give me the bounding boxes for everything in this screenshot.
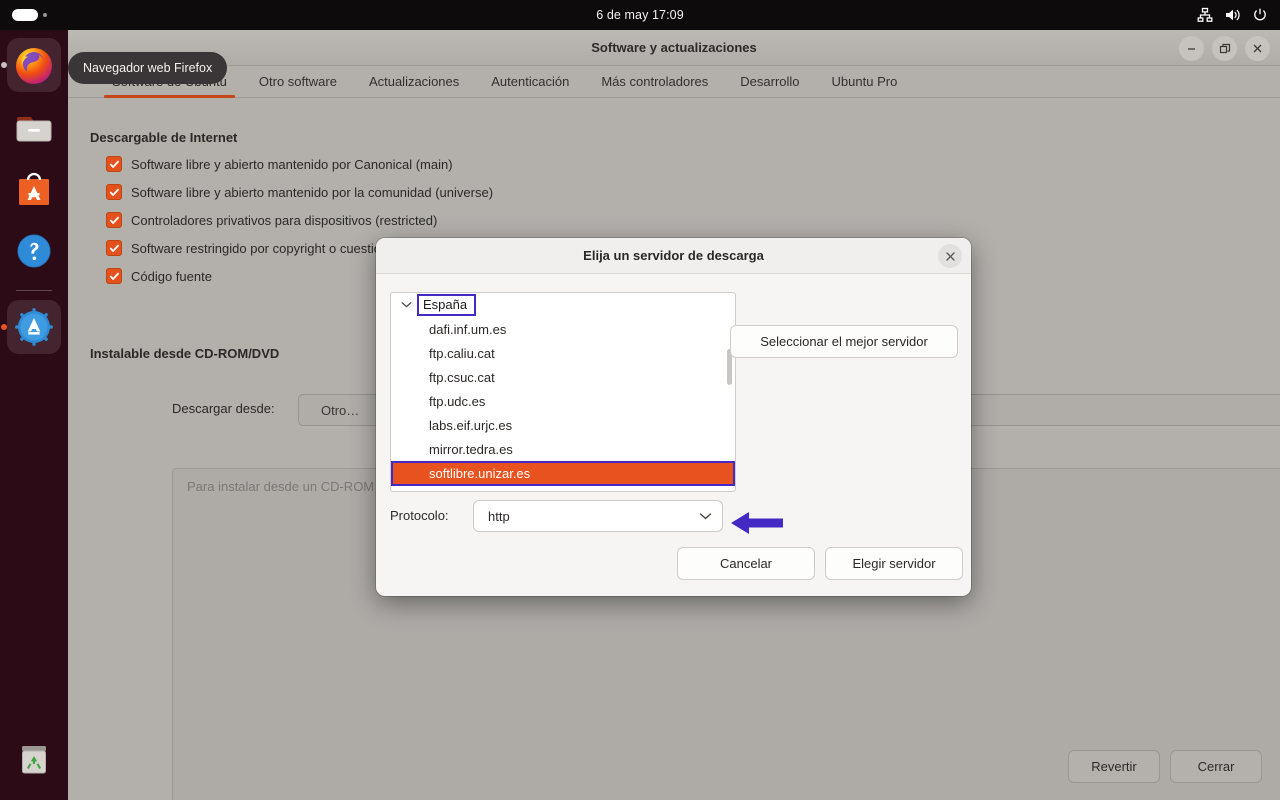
checkbox-universe[interactable] <box>106 184 122 200</box>
ubuntu-software-bag-icon <box>12 167 56 211</box>
cancel-button[interactable]: Cancelar <box>677 547 815 580</box>
dock-tooltip-firefox: Navegador web Firefox <box>68 52 228 84</box>
download-from-label: Descargar desde: <box>172 401 275 416</box>
section-title-downloadable: Descargable de Internet <box>90 130 238 145</box>
dock-separator <box>16 290 52 291</box>
window-titlebar[interactable]: Software y actualizaciones <box>68 30 1280 66</box>
dock-item-help[interactable] <box>7 224 61 278</box>
tab-bar: Software de Ubuntu Otro software Actuali… <box>68 66 1280 98</box>
tab-otro-software[interactable]: Otro software <box>243 74 353 97</box>
network-wired-icon <box>1197 7 1213 23</box>
checkbox-row-universe[interactable]: Software libre y abierto mantenido por l… <box>106 184 493 200</box>
help-question-icon <box>12 229 56 273</box>
close-button[interactable] <box>1245 36 1270 61</box>
volume-icon <box>1224 7 1241 23</box>
dock-item-trash[interactable] <box>7 732 61 786</box>
checkbox-row-main[interactable]: Software libre y abierto mantenido por C… <box>106 156 453 172</box>
files-folder-icon <box>12 105 56 149</box>
checkbox-source[interactable] <box>106 268 122 284</box>
dock-item-files[interactable] <box>7 100 61 154</box>
dialog-title: Elija un servidor de descarga <box>583 248 764 263</box>
tab-actualizaciones[interactable]: Actualizaciones <box>353 74 475 97</box>
list-item[interactable]: ftp.udc.es <box>391 389 735 413</box>
section-title-cdrom: Instalable desde CD-ROM/DVD <box>90 346 280 361</box>
dock-item-firefox[interactable] <box>1 38 61 92</box>
server-list[interactable]: España dafi.inf.um.es ftp.caliu.cat ftp.… <box>390 292 736 492</box>
firefox-icon <box>12 43 56 87</box>
tab-mas-controladores[interactable]: Más controladores <box>585 74 724 97</box>
dialog-action-buttons: Cancelar Elegir servidor <box>677 547 963 580</box>
maximize-button[interactable] <box>1212 36 1237 61</box>
close-window-button[interactable]: Cerrar <box>1170 750 1262 783</box>
tab-desarrollo[interactable]: Desarrollo <box>724 74 815 97</box>
list-item-selected[interactable]: softlibre.unizar.es <box>391 461 735 486</box>
tab-ubuntu-pro[interactable]: Ubuntu Pro <box>816 74 914 97</box>
list-item[interactable]: dafi.inf.um.es <box>391 317 735 341</box>
checkbox-label-universe: Software libre y abierto mantenido por l… <box>131 184 494 200</box>
dialog-body: España dafi.inf.um.es ftp.caliu.cat ftp.… <box>376 274 971 596</box>
window-controls <box>1179 36 1270 61</box>
checkbox-row-source[interactable]: Código fuente <box>106 268 212 284</box>
chevron-down-icon[interactable] <box>397 301 415 309</box>
list-item[interactable]: ftp.csuc.cat <box>391 365 735 389</box>
page-title: Software y actualizaciones <box>591 40 757 55</box>
revert-button[interactable]: Revertir <box>1068 750 1160 783</box>
dock-item-ubuntu-software[interactable] <box>7 162 61 216</box>
left-pointing-arrow-annotation <box>729 508 785 543</box>
dialog-close-button[interactable] <box>938 244 962 268</box>
list-item[interactable]: labs.eif.urjc.es <box>391 413 735 437</box>
running-indicator <box>1 62 7 68</box>
clock[interactable]: 6 de may 17:09 <box>0 8 1280 22</box>
list-item[interactable]: ftp.caliu.cat <box>391 341 735 365</box>
dock-item-software-updates[interactable] <box>1 300 61 354</box>
checkbox-label-source: Código fuente <box>131 268 212 284</box>
checkbox-main[interactable] <box>106 156 122 172</box>
trash-recycle-icon <box>12 737 56 781</box>
choose-server-button[interactable]: Elegir servidor <box>825 547 963 580</box>
protocol-label: Protocolo: <box>390 508 449 523</box>
checkbox-label-main: Software libre y abierto mantenido por C… <box>131 156 453 172</box>
checkbox-restricted[interactable] <box>106 212 122 228</box>
list-group-espana[interactable]: España <box>391 293 735 317</box>
software-updates-gear-icon <box>12 305 56 349</box>
list-item[interactable]: mirror.tedra.es <box>391 437 735 461</box>
tab-autenticacion[interactable]: Autenticación <box>475 74 585 97</box>
chevron-down-icon <box>699 509 712 524</box>
window-action-buttons: Revertir Cerrar <box>1068 750 1262 783</box>
protocol-dropdown[interactable]: http <box>473 500 723 532</box>
dock <box>0 30 68 800</box>
power-icon <box>1252 7 1268 23</box>
choose-download-server-dialog: Elija un servidor de descarga España daf… <box>376 238 971 596</box>
checkbox-multiverse[interactable] <box>106 240 122 256</box>
system-status-area[interactable] <box>1197 0 1268 30</box>
protocol-value: http <box>488 508 510 524</box>
dialog-header: Elija un servidor de descarga <box>376 238 971 274</box>
checkbox-row-restricted[interactable]: Controladores privativos para dispositiv… <box>106 212 437 228</box>
select-best-server-button[interactable]: Seleccionar el mejor servidor <box>730 325 958 358</box>
checkbox-label-restricted: Controladores privativos para dispositiv… <box>131 212 438 228</box>
list-item[interactable]: ubuntu.cica.es <box>391 486 735 492</box>
minimize-button[interactable] <box>1179 36 1204 61</box>
list-group-label: España <box>417 294 477 316</box>
top-panel: 6 de may 17:09 <box>0 0 1280 30</box>
running-indicator <box>1 324 7 330</box>
